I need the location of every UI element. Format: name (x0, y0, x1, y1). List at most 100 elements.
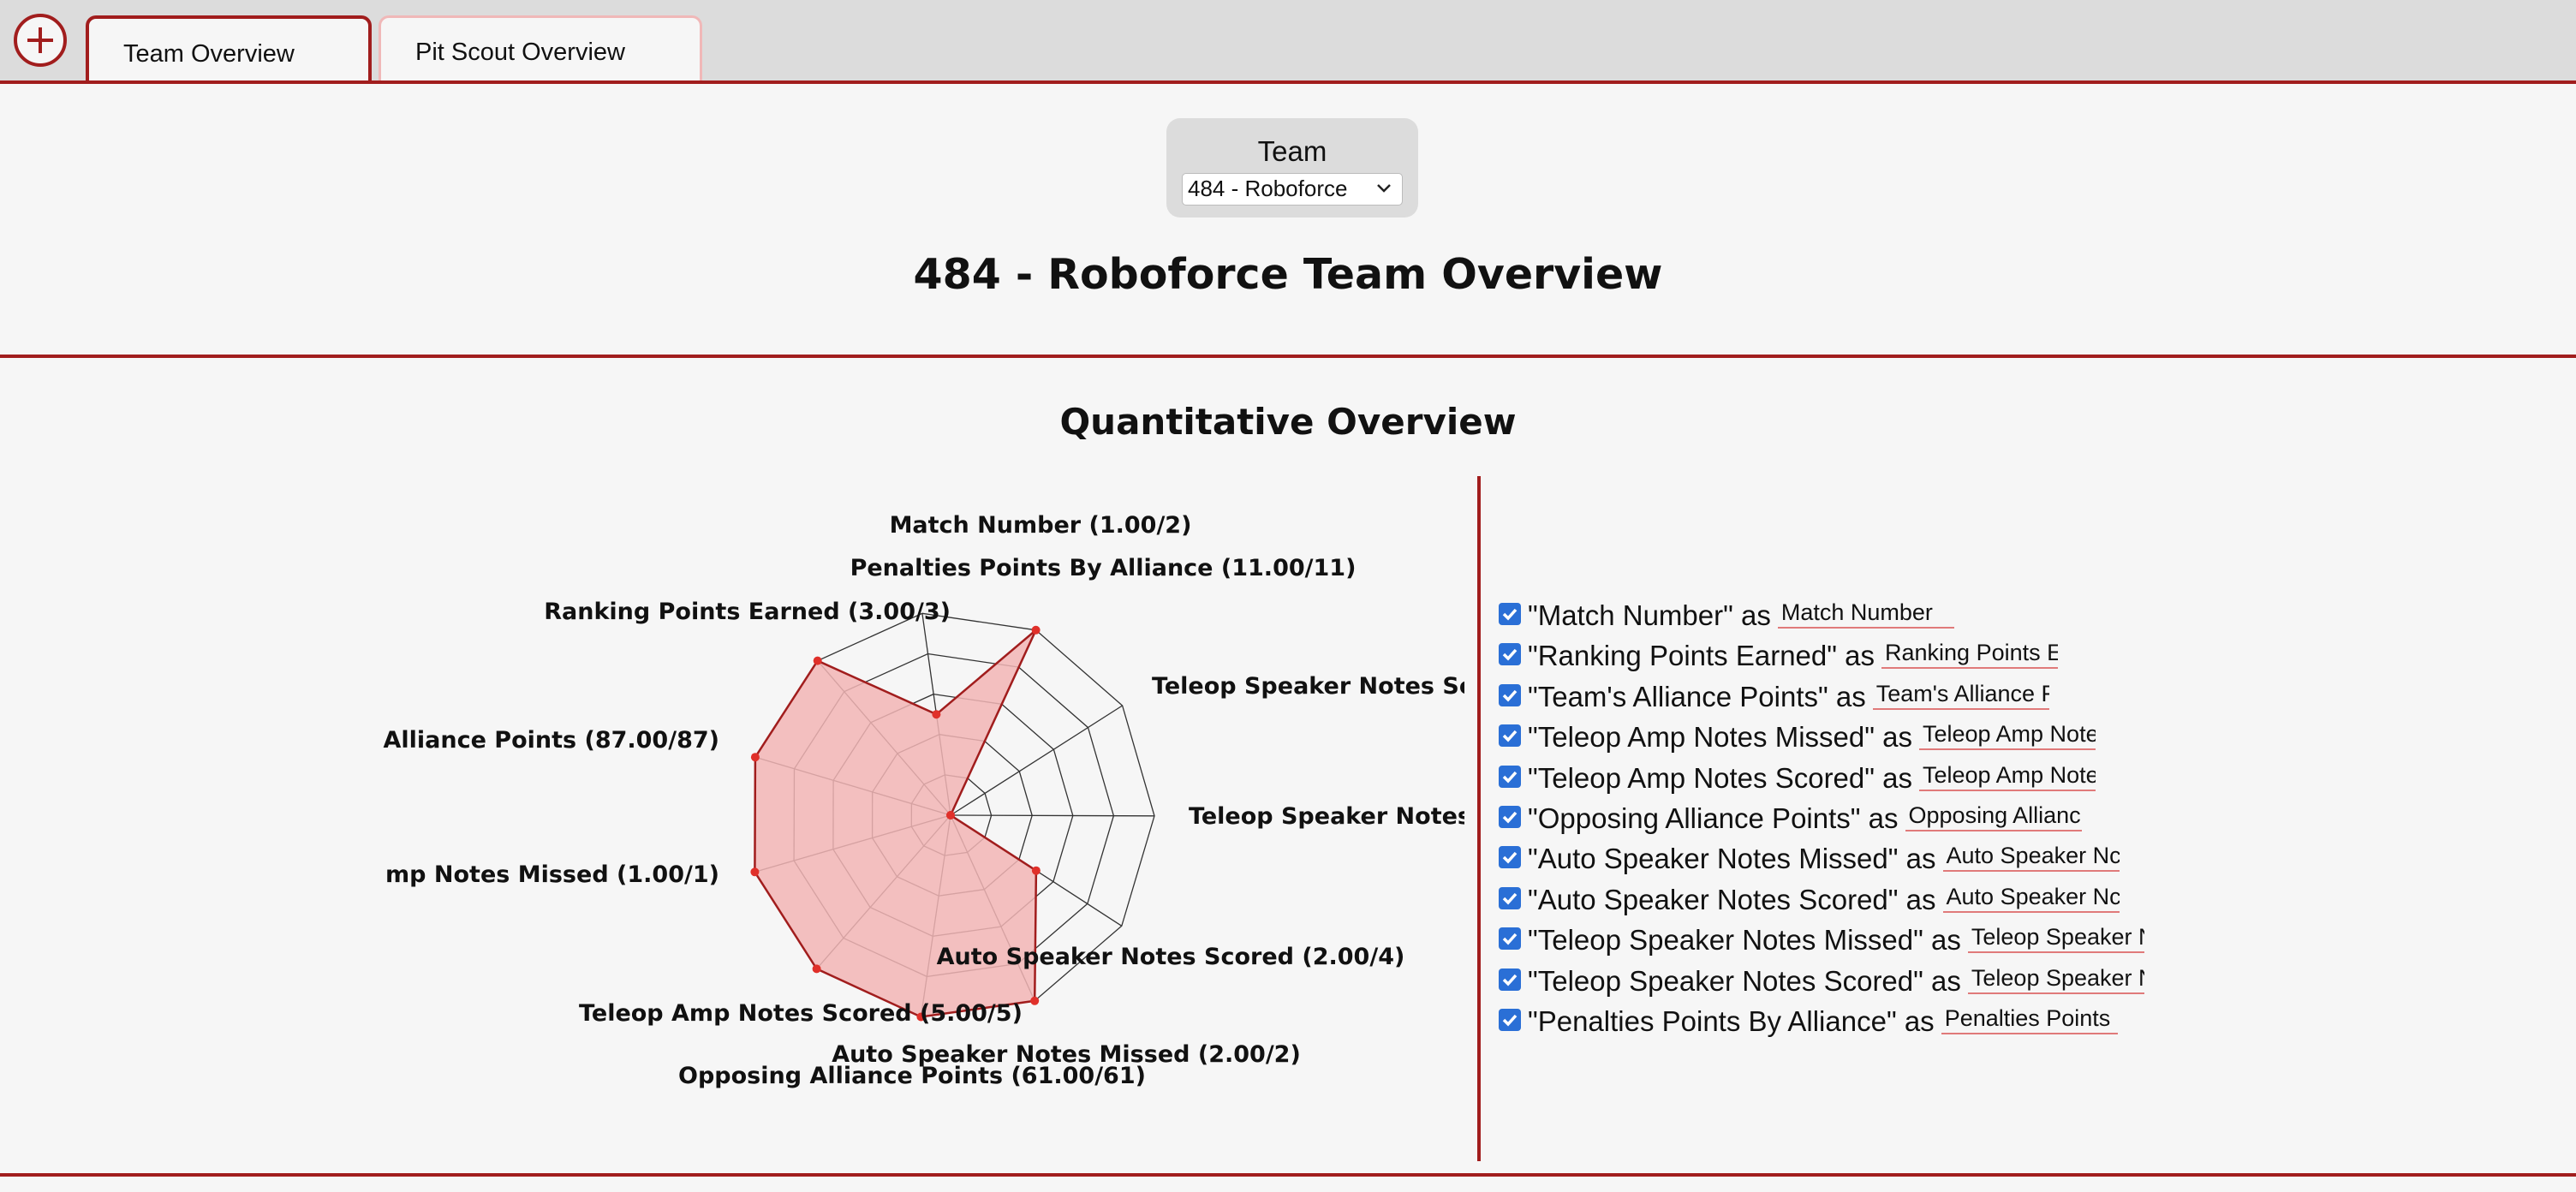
field-label: "Penalties Points By Alliance" as (1528, 1004, 1935, 1037)
field-checkbox[interactable] (1499, 805, 1521, 828)
field-alias-input[interactable]: Auto Speaker Nc (1942, 880, 2120, 913)
team-select-value: 484 - Roboforce (1188, 176, 1348, 201)
tab-team-overview[interactable]: Team Overview (86, 15, 372, 80)
field-row: "Teleop Speaker Notes Missed" as Teleop S… (1499, 919, 2569, 959)
field-label: "Team's Alliance Points" as (1528, 680, 1866, 712)
radar-axis-label: Auto Speaker Notes Scored (2.00/4) (937, 944, 1405, 970)
field-label-wrap: "Team's Alliance Points" as Team's Allian… (1528, 681, 2049, 713)
checkmark-icon (1502, 730, 1518, 742)
field-row: "Auto Speaker Notes Missed" as Auto Speak… (1499, 837, 2569, 878)
checkmark-icon (1502, 689, 1518, 702)
radar-data-point (1031, 625, 1041, 635)
radar-data-point (946, 811, 955, 820)
section-divider (0, 355, 2576, 358)
field-row: "Teleop Speaker Notes Scored" as Teleop S… (1499, 960, 2569, 1000)
field-label-wrap: "Teleop Speaker Notes Scored" as Teleop S… (1528, 965, 2144, 998)
field-checkbox[interactable] (1499, 643, 1521, 666)
radar-axis-label: Teleop Speaker Notes Score (1152, 673, 1464, 700)
team-label: Team (1257, 135, 1327, 167)
radar-axis-label: mp Notes Missed (1.00/1) (385, 861, 719, 888)
section-divider (0, 1173, 2576, 1177)
field-row: "Penalties Points By Alliance" as Penalti… (1499, 1000, 2569, 1040)
field-label-wrap: "Teleop Speaker Notes Missed" as Teleop S… (1528, 924, 2144, 957)
field-checkbox[interactable] (1499, 765, 1521, 788)
field-checkbox[interactable] (1499, 724, 1521, 748)
radar-axis-label: Penalties Points By Alliance (11.00/11) (850, 555, 1357, 581)
field-alias-input[interactable]: Teleop Amp Note (1918, 718, 2096, 751)
checkmark-icon (1502, 649, 1518, 661)
radar-axis-label: Match Number (1.00/2) (890, 512, 1192, 539)
radar-data-point (1030, 996, 1040, 1005)
field-checkbox[interactable] (1499, 927, 1521, 951)
field-row: "Auto Speaker Notes Scored" as Auto Speak… (1499, 879, 2569, 919)
field-label-wrap: "Opposing Alliance Points" as Opposing Al… (1528, 802, 2082, 835)
field-label: "Match Number" as (1528, 599, 1771, 631)
radar-data-point (1031, 866, 1041, 875)
section-title: Quantitative Overview (1059, 401, 1517, 443)
radar-spoke (950, 814, 1155, 817)
chevron-down-icon (1377, 184, 1391, 193)
radar-axis-label: Teleop Amp Notes Scored (5.00/5) (579, 1000, 1023, 1027)
field-label-wrap: "Match Number" as Match Number (1528, 599, 1954, 632)
field-alias-input[interactable]: Penalties Points (1941, 1002, 2118, 1034)
field-checkbox[interactable] (1499, 846, 1521, 869)
field-alias-input[interactable]: Ranking Points E (1881, 636, 2058, 670)
field-alias-input[interactable]: Opposing Allianc (1905, 799, 2082, 831)
field-label-wrap: "Teleop Amp Notes Scored" as Teleop Amp N… (1528, 762, 2096, 795)
field-alias-input[interactable]: Teleop Speaker N (1967, 921, 2144, 954)
field-label: "Auto Speaker Notes Scored" as (1528, 883, 1936, 915)
radar-chart-container: Match Number (1.00/2) Penalties Points By… (0, 480, 1464, 1113)
radar-axis-label: Alliance Points (87.00/87) (383, 727, 719, 754)
checkmark-icon (1502, 771, 1518, 784)
checkmark-icon (1502, 1014, 1518, 1027)
radar-axis-label: Teleop Speaker Notes M (1189, 803, 1464, 830)
field-alias-input[interactable]: Team's Alliance F (1872, 677, 2049, 710)
team-selector-card: Team 484 - Roboforce (1166, 118, 1418, 218)
field-label: "Ranking Points Earned" as (1528, 640, 1875, 672)
page-title: 484 - Roboforce Team Overview (913, 250, 1663, 299)
field-alias-input[interactable]: Teleop Amp Note (1919, 759, 2096, 791)
field-checkbox[interactable] (1499, 968, 1521, 991)
field-label-wrap: "Auto Speaker Notes Missed" as Auto Speak… (1528, 843, 2120, 875)
field-label-wrap: "Auto Speaker Notes Scored" as Auto Speak… (1528, 884, 2120, 916)
field-alias-input[interactable]: Teleop Speaker N (1967, 962, 2144, 994)
field-label: "Teleop Amp Notes Scored" as (1528, 761, 1912, 794)
team-select[interactable]: 484 - Roboforce (1182, 173, 1403, 206)
field-alias-input[interactable]: Match Number (1777, 596, 1954, 629)
add-tab-button[interactable] (14, 14, 67, 67)
checkmark-icon (1502, 933, 1518, 945)
radar-axis-label: Ranking Points Earned (3.00/3) (544, 599, 951, 625)
field-row: "Opposing Alliance Points" as Opposing Al… (1499, 797, 2569, 837)
vertical-divider (1477, 476, 1481, 1161)
field-label: "Opposing Alliance Points" as (1528, 802, 1899, 834)
radar-data-point (932, 710, 941, 719)
radar-data-point (750, 753, 760, 762)
radar-axis-label: Opposing Alliance Points (61.00/61) (678, 1063, 1146, 1089)
field-checkbox[interactable] (1499, 886, 1521, 909)
field-row: "Team's Alliance Points" as Team's Allian… (1499, 676, 2569, 716)
radar-chart: Match Number (1.00/2) Penalties Points By… (383, 512, 1464, 1089)
radar-data-point (813, 656, 822, 665)
checkmark-icon (1502, 974, 1518, 986)
field-row: "Teleop Amp Notes Scored" as Teleop Amp N… (1499, 757, 2569, 797)
checkmark-icon (1502, 811, 1518, 824)
tab-bar: Team Overview Pit Scout Overview (0, 0, 2576, 84)
tab-pit-scout-overview[interactable]: Pit Scout Overview (379, 15, 702, 80)
field-label-wrap: "Penalties Points By Alliance" as Penalti… (1528, 1005, 2118, 1038)
field-checkbox[interactable] (1499, 1008, 1521, 1031)
plus-icon (27, 27, 53, 53)
field-row: "Ranking Points Earned" as Ranking Points… (1499, 635, 2569, 675)
field-alias-input[interactable]: Auto Speaker Nc (1942, 839, 2120, 873)
field-label-wrap: "Teleop Amp Notes Missed" as Teleop Amp N… (1528, 721, 2096, 754)
checkmark-icon (1502, 892, 1518, 905)
field-checkbox[interactable] (1499, 683, 1521, 706)
radar-data-point (812, 964, 821, 974)
checkmark-icon (1502, 608, 1518, 621)
field-label: "Teleop Amp Notes Missed" as (1528, 721, 1912, 754)
checkmark-icon (1502, 852, 1518, 864)
field-label-wrap: "Ranking Points Earned" as Ranking Points… (1528, 640, 2058, 672)
field-mapping-list: "Match Number" as Match Number "Ranking Po… (1499, 594, 2569, 1040)
field-checkbox[interactable] (1499, 603, 1521, 625)
field-row: "Teleop Amp Notes Missed" as Teleop Amp N… (1499, 716, 2569, 756)
radar-data-point (750, 867, 760, 877)
